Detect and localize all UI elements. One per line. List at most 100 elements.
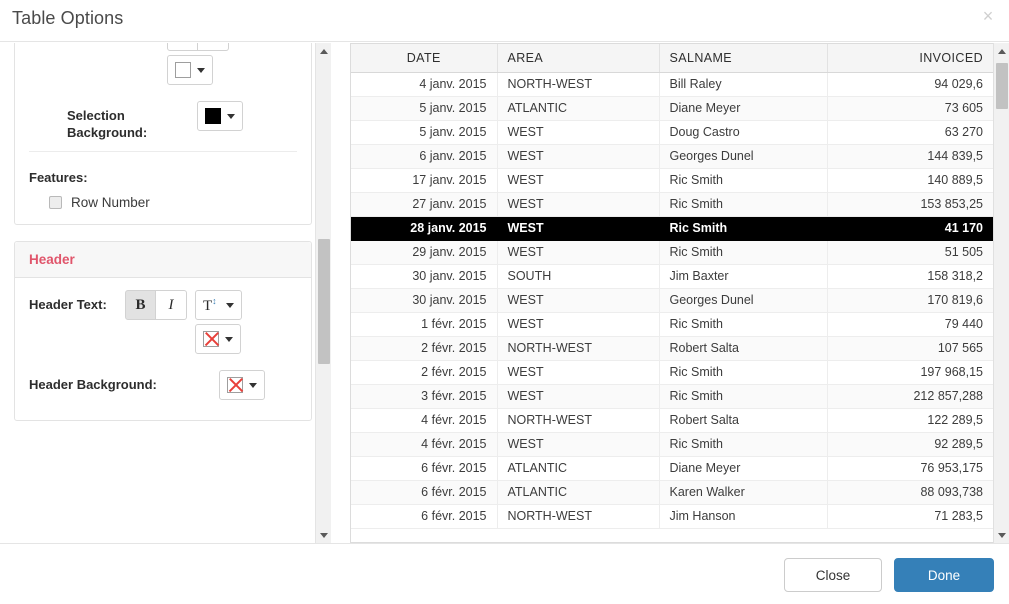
cell-salname: Ric Smith (659, 432, 828, 457)
selection-card: Enable selection Selection Text: B I (14, 43, 312, 225)
table-row[interactable]: 4 févr. 2015 WEST Ric Smith 92 289,5 (351, 432, 993, 457)
cell-area: WEST (497, 432, 660, 457)
table-row[interactable]: 30 janv. 2015 SOUTH Jim Baxter 158 318,2 (351, 264, 993, 289)
scrollbar-thumb[interactable] (996, 63, 1008, 109)
chevron-down-icon (249, 382, 257, 388)
selection-text-bold-button[interactable]: B (167, 43, 198, 51)
selection-text-italic-button[interactable]: I (198, 43, 229, 51)
data-table: DATE AREA SALNAME INVOICED 4 janv. 2015 N… (350, 43, 1009, 543)
divider (29, 151, 297, 152)
table-row[interactable]: 5 janv. 2015 WEST Doug Castro 63 270 (351, 120, 993, 145)
table-row[interactable]: 27 janv. 2015 WEST Ric Smith 153 853,25 (351, 192, 993, 217)
cell-salname: Jim Hanson (659, 504, 828, 529)
table-row[interactable]: 4 janv. 2015 NORTH-WEST Bill Raley 94 029,6 (351, 72, 993, 97)
cell-invoiced: 197 968,15 (827, 360, 993, 385)
table-row[interactable]: 1 févr. 2015 WEST Ric Smith 79 440 (351, 312, 993, 337)
cell-date: 2 févr. 2015 (351, 360, 498, 385)
header-text-style-group: B I (125, 290, 187, 320)
cell-invoiced: 76 953,175 (827, 456, 993, 481)
row-number-checkbox[interactable] (49, 196, 62, 209)
selection-background-color-picker[interactable] (197, 101, 243, 131)
header-text-italic-button[interactable]: I (156, 290, 187, 320)
header-text-color-picker[interactable] (195, 324, 241, 354)
table-row[interactable]: 28 janv. 2015 WEST Ric Smith 41 170 (351, 216, 993, 241)
cell-area: SOUTH (497, 264, 660, 289)
chevron-down-icon (225, 302, 234, 308)
cell-area: WEST (497, 288, 660, 313)
table-row[interactable]: 2 févr. 2015 NORTH-WEST Robert Salta 107 56… (351, 336, 993, 361)
table-row[interactable]: 3 févr. 2015 WEST Ric Smith 212 857,288 (351, 384, 993, 409)
options-panel-scrollbar[interactable] (315, 43, 331, 543)
cell-invoiced: 140 889,5 (827, 168, 993, 193)
cell-salname: Doug Castro (659, 120, 828, 145)
cell-invoiced: 212 857,288 (827, 384, 993, 409)
table-row[interactable]: 29 janv. 2015 WEST Ric Smith 51 505 (351, 240, 993, 265)
close-button[interactable]: Close (784, 558, 882, 592)
scroll-down-arrow-icon[interactable] (994, 527, 1009, 543)
selection-text-label: Selection Text: (29, 43, 167, 44)
dialog-header: Table Options × (0, 0, 1009, 42)
chevron-down-icon (227, 113, 235, 119)
cell-date: 6 févr. 2015 (351, 504, 498, 529)
cell-salname: Georges Dunel (659, 288, 828, 313)
cell-invoiced: 170 819,6 (827, 288, 993, 313)
header-background-row: Header Background: (29, 370, 297, 400)
table-header-row: DATE AREA SALNAME INVOICED (351, 44, 993, 73)
cell-date: 5 janv. 2015 (351, 96, 498, 121)
cell-date: 5 janv. 2015 (351, 120, 498, 145)
done-button[interactable]: Done (894, 558, 994, 592)
page-title: Table Options (12, 8, 124, 28)
cell-salname: Diane Meyer (659, 456, 828, 481)
cell-salname: Ric Smith (659, 168, 828, 193)
table-row[interactable]: 6 févr. 2015 ATLANTIC Karen Walker 88 093,7… (351, 480, 993, 505)
cell-area: ATLANTIC (497, 456, 660, 481)
row-number-label: Row Number (71, 195, 150, 210)
cell-salname: Ric Smith (659, 192, 828, 217)
table-row[interactable]: 6 janv. 2015 WEST Georges Dunel 144 839,5 (351, 144, 993, 169)
selection-background-row: Selection Background: (29, 101, 297, 141)
table-scrollbar[interactable] (993, 43, 1009, 543)
table-row[interactable]: 30 janv. 2015 WEST Georges Dunel 170 819,6 (351, 288, 993, 313)
close-icon[interactable]: × (977, 6, 999, 28)
no-color-swatch-icon (203, 331, 219, 347)
cell-area: NORTH-WEST (497, 72, 660, 97)
cell-date: 4 janv. 2015 (351, 72, 498, 97)
column-header-area[interactable]: AREA (497, 44, 660, 73)
header-text-row: Header Text: B I T↕ (29, 290, 297, 354)
column-header-invoiced[interactable]: INVOICED (827, 44, 993, 73)
selection-text-color-picker[interactable] (167, 55, 213, 85)
table-row[interactable]: 17 janv. 2015 WEST Ric Smith 140 889,5 (351, 168, 993, 193)
cell-area: WEST (497, 384, 660, 409)
cell-area: WEST (497, 120, 660, 145)
cell-invoiced: 63 270 (827, 120, 993, 145)
table-row[interactable]: 5 janv. 2015 ATLANTIC Diane Meyer 73 605 (351, 96, 993, 121)
header-text-bold-button[interactable]: B (125, 290, 156, 320)
cell-date: 6 févr. 2015 (351, 480, 498, 505)
column-header-date[interactable]: DATE (351, 44, 498, 73)
table-row[interactable]: 4 févr. 2015 NORTH-WEST Robert Salta 122 28… (351, 408, 993, 433)
cell-invoiced: 88 093,738 (827, 480, 993, 505)
cell-area: ATLANTIC (497, 96, 660, 121)
table-row[interactable]: 6 févr. 2015 ATLANTIC Diane Meyer 76 953,17… (351, 456, 993, 481)
scroll-down-arrow-icon[interactable] (316, 527, 332, 543)
scrollbar-thumb[interactable] (318, 239, 330, 364)
scroll-up-arrow-icon[interactable] (994, 43, 1009, 59)
cell-invoiced: 158 318,2 (827, 264, 993, 289)
cell-salname: Karen Walker (659, 480, 828, 505)
cell-invoiced: 73 605 (827, 96, 993, 121)
cell-area: WEST (497, 144, 660, 169)
column-header-salname[interactable]: SALNAME (659, 44, 828, 73)
options-panel: Enable selection Selection Text: B I (0, 43, 334, 543)
cell-date: 3 févr. 2015 (351, 384, 498, 409)
cell-invoiced: 79 440 (827, 312, 993, 337)
row-number-row[interactable]: Row Number (29, 195, 297, 210)
table-row[interactable]: 2 févr. 2015 WEST Ric Smith 197 968,15 (351, 360, 993, 385)
header-font-size-picker[interactable]: T↕ (195, 290, 242, 320)
cell-salname: Robert Salta (659, 408, 828, 433)
cell-area: NORTH-WEST (497, 504, 660, 529)
header-background-color-picker[interactable] (219, 370, 265, 400)
table-row[interactable]: 6 févr. 2015 NORTH-WEST Jim Hanson 71 283,5 (351, 504, 993, 529)
cell-date: 29 janv. 2015 (351, 240, 498, 265)
selection-background-label: Selection Background: (67, 108, 148, 140)
scroll-up-arrow-icon[interactable] (316, 43, 332, 59)
